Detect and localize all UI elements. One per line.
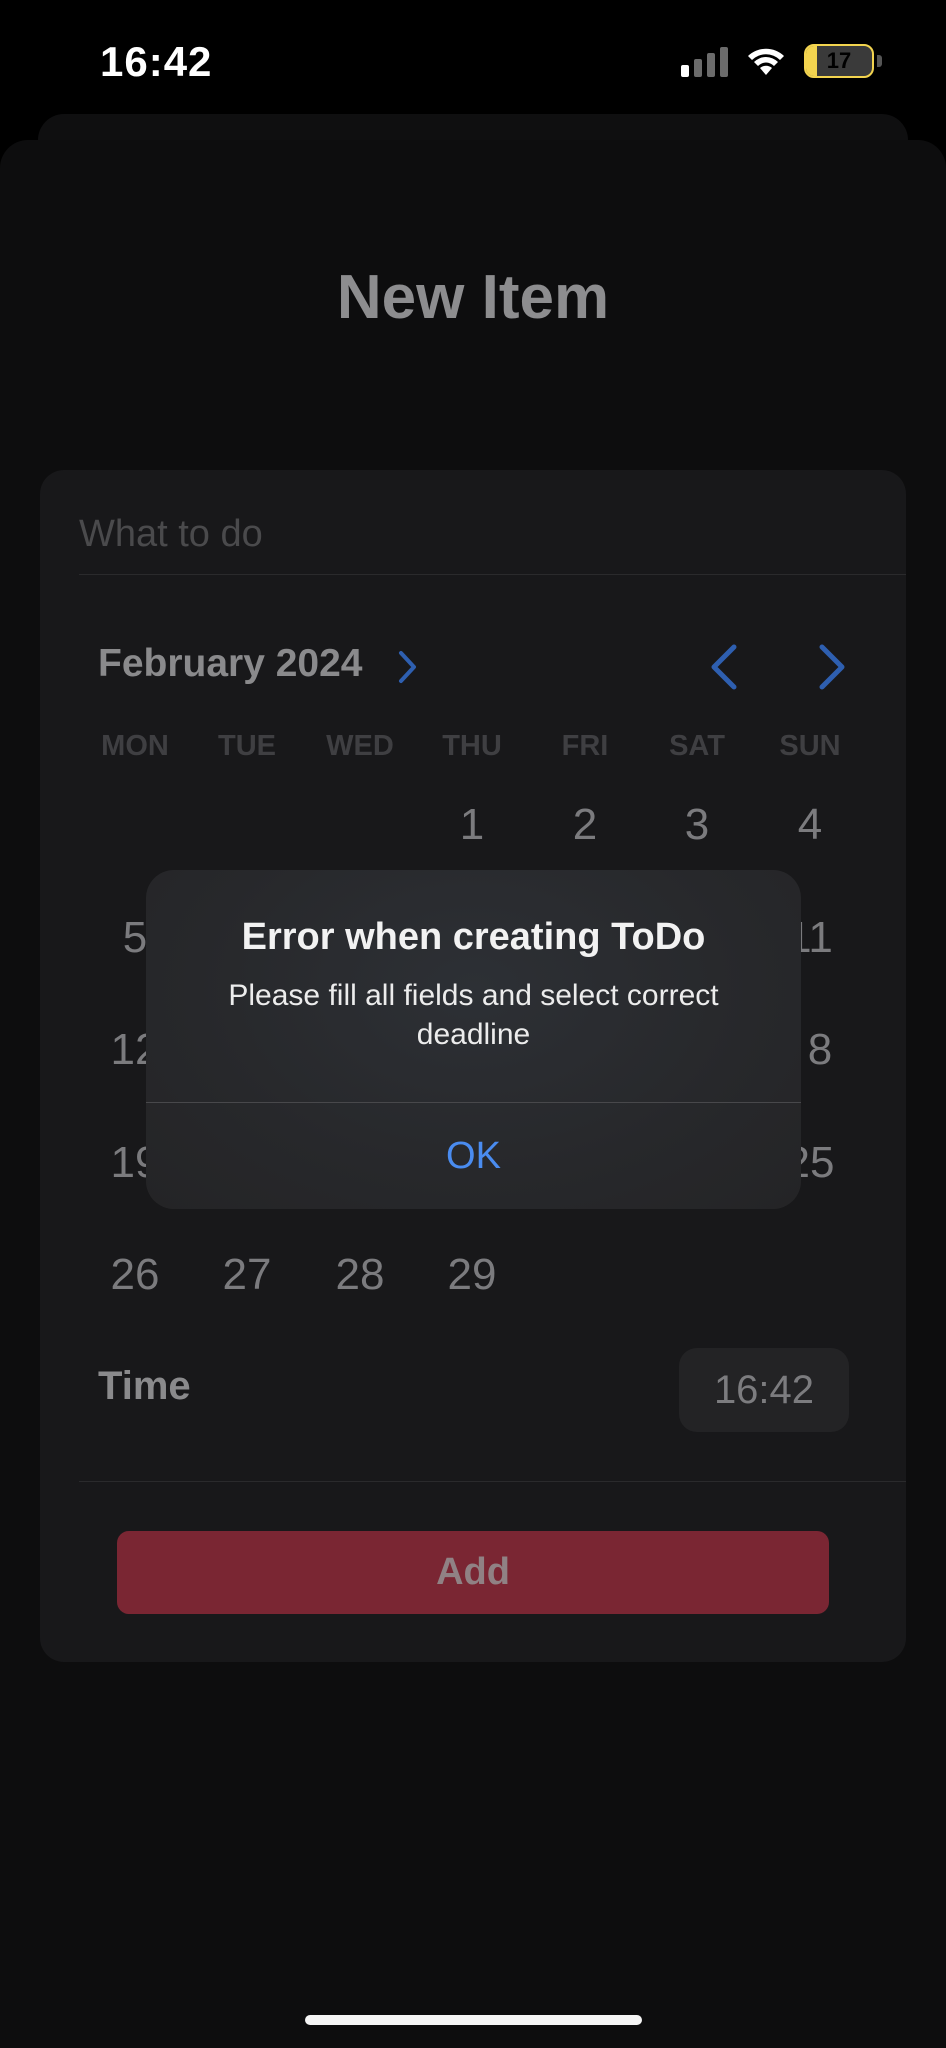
status-bar: 16:42 17 xyxy=(0,0,946,130)
calendar-day[interactable]: 27 xyxy=(191,1250,303,1300)
divider xyxy=(79,1481,906,1482)
home-indicator[interactable] xyxy=(305,2015,642,2025)
time-label: Time xyxy=(98,1364,191,1408)
status-time: 16:42 xyxy=(100,38,213,85)
alert-title: Error when creating ToDo xyxy=(241,916,706,958)
weekday-fri: FRI xyxy=(561,730,609,762)
weekday-sat: SAT xyxy=(669,730,725,762)
previous-month-button[interactable] xyxy=(704,642,744,692)
alert-message: Please fill all fields and select correc… xyxy=(228,979,719,1051)
calendar-day[interactable]: 2 xyxy=(529,800,641,850)
battery-level: 17 xyxy=(826,48,852,73)
calendar-day[interactable]: 28 xyxy=(304,1250,416,1300)
todo-text-input[interactable]: What to do xyxy=(79,498,899,570)
divider xyxy=(79,574,906,575)
calendar-day[interactable]: 26 xyxy=(79,1250,191,1300)
alert-ok-button[interactable]: OK xyxy=(146,1103,801,1209)
battery-charging-icon: 17 xyxy=(804,44,874,78)
calendar-day[interactable]: 3 xyxy=(641,800,753,850)
page-title: New Item xyxy=(336,263,610,332)
calendar-day[interactable]: 1 xyxy=(416,800,528,850)
calendar-day[interactable]: 29 xyxy=(416,1250,528,1300)
battery-tip xyxy=(877,55,882,67)
add-button[interactable]: Add xyxy=(117,1531,829,1614)
status-icons: 17 xyxy=(681,44,882,78)
calendar-day[interactable]: 4 xyxy=(754,800,866,850)
weekday-wed: WED xyxy=(326,730,394,762)
wifi-icon xyxy=(748,48,784,75)
weekday-sun: SUN xyxy=(779,730,841,762)
error-alert-dialog: Error when creating ToDo Please fill all… xyxy=(146,870,801,1209)
weekday-thu: THU xyxy=(442,730,502,762)
chevron-right-icon[interactable] xyxy=(398,650,418,684)
weekday-tue: TUE xyxy=(218,730,276,762)
time-picker[interactable]: 16:42 xyxy=(679,1348,849,1432)
next-month-button[interactable] xyxy=(812,642,852,692)
cellular-signal-icon xyxy=(681,45,728,77)
weekday-mon: MON xyxy=(101,730,169,762)
calendar-month-label[interactable]: February 2024 xyxy=(98,642,363,686)
